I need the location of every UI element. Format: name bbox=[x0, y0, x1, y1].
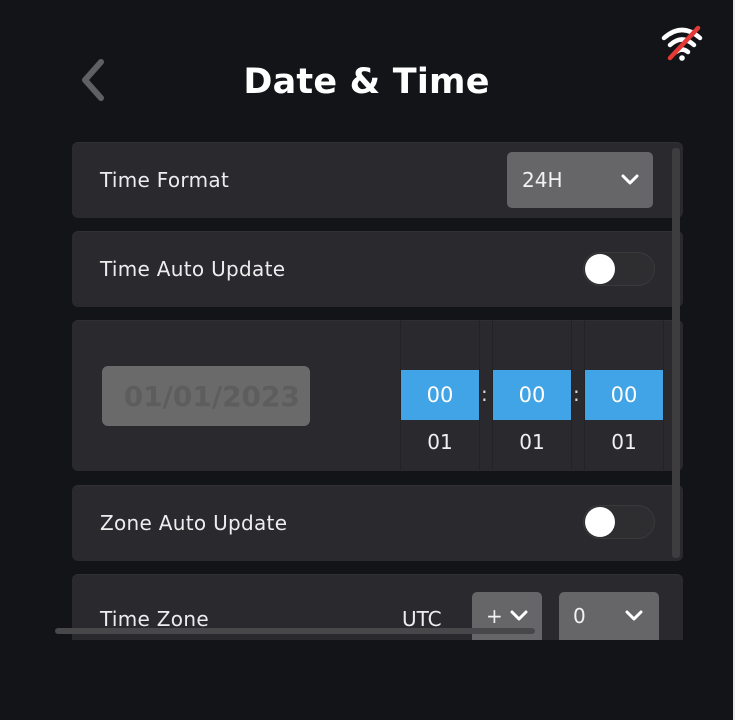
hour-next[interactable]: 01 bbox=[401, 430, 479, 454]
time-format-dropdown[interactable]: 24H bbox=[507, 152, 653, 208]
time-format-value: 24H bbox=[522, 168, 563, 192]
wifi-off-icon bbox=[661, 25, 703, 61]
horizontal-scrollbar[interactable] bbox=[55, 628, 535, 634]
minute-next[interactable]: 01 bbox=[493, 430, 571, 454]
toggle-knob bbox=[585, 507, 615, 537]
date-value: 01/01/2023 bbox=[123, 379, 300, 413]
second-picker[interactable]: 00 01 bbox=[584, 320, 664, 470]
time-separator: : bbox=[573, 382, 580, 406]
minute-picker[interactable]: 00 01 bbox=[492, 320, 572, 470]
date-time-picker-row: 01/01/2023 00 01 : 00 01 : 00 01 bbox=[72, 320, 683, 471]
hour-picker[interactable]: 00 01 bbox=[400, 320, 480, 470]
zone-auto-update-label: Zone Auto Update bbox=[100, 511, 288, 535]
time-auto-update-row: Time Auto Update bbox=[72, 231, 683, 307]
hour-selected[interactable]: 00 bbox=[401, 370, 479, 420]
chevron-down-icon bbox=[625, 610, 643, 621]
minute-selected[interactable]: 00 bbox=[493, 370, 571, 420]
zone-auto-update-row: Zone Auto Update bbox=[72, 485, 683, 561]
time-format-row: Time Format 24H bbox=[72, 142, 683, 218]
utc-offset-value: 0 bbox=[573, 604, 586, 628]
utc-sign-value: + bbox=[486, 604, 503, 628]
chevron-down-icon bbox=[621, 174, 639, 185]
vertical-scrollbar[interactable] bbox=[672, 148, 680, 558]
date-input[interactable]: 01/01/2023 bbox=[102, 366, 310, 426]
time-auto-update-toggle[interactable] bbox=[583, 252, 655, 286]
chevron-down-icon bbox=[510, 610, 528, 621]
second-selected[interactable]: 00 bbox=[585, 370, 663, 420]
utc-offset-dropdown[interactable]: 0 bbox=[559, 592, 659, 640]
page-title: Date & Time bbox=[243, 62, 490, 102]
time-separator: : bbox=[481, 382, 488, 406]
time-format-label: Time Format bbox=[100, 168, 230, 192]
zone-auto-update-toggle[interactable] bbox=[583, 505, 655, 539]
date-time-screen: Date & Time Time Format 24H Time Auto Up… bbox=[0, 0, 735, 720]
second-next[interactable]: 01 bbox=[585, 430, 663, 454]
toggle-knob bbox=[585, 254, 615, 284]
time-auto-update-label: Time Auto Update bbox=[100, 257, 286, 281]
